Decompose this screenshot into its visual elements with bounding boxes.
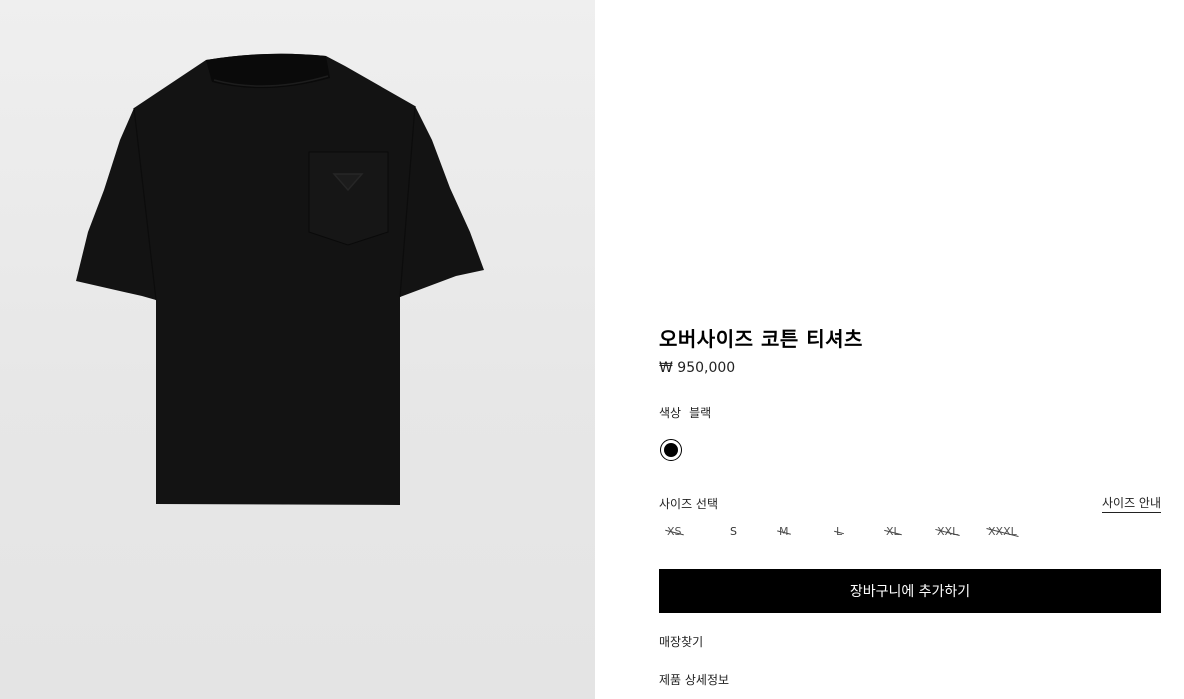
size-option-xl[interactable]: XL	[886, 521, 900, 543]
find-store-link[interactable]: 매장찾기	[659, 633, 703, 650]
tshirt-pocket	[308, 151, 389, 246]
size-option-xxxl[interactable]: XXXL	[988, 521, 1017, 543]
size-option-s[interactable]: S	[730, 521, 737, 543]
product-details-link[interactable]: 제품 상세정보	[659, 671, 729, 688]
add-to-cart-button[interactable]: 장바구니에 추가하기	[659, 569, 1161, 613]
color-swatch-black[interactable]	[660, 439, 682, 461]
size-option-xs[interactable]: XS	[667, 521, 682, 543]
product-image	[76, 53, 484, 505]
size-options: XS S M L XL XXL XXXL	[659, 521, 1059, 543]
product-title: 오버사이즈 코튼 티셔츠	[659, 327, 863, 351]
size-option-m[interactable]: M	[779, 521, 789, 543]
tshirt-body	[76, 53, 484, 505]
color-value: 블랙	[689, 406, 712, 420]
size-option-l[interactable]: L	[836, 521, 842, 543]
color-row: 색상 블랙	[659, 404, 711, 421]
product-price: ₩ 950,000	[659, 360, 736, 376]
size-option-xxl[interactable]: XXL	[937, 521, 958, 543]
product-info-panel: 오버사이즈 코튼 티셔츠 ₩ 950,000 색상 블랙 사이즈 선택 사이즈 안…	[659, 0, 1161, 699]
size-select-label: 사이즈 선택	[659, 497, 719, 511]
color-label: 색상	[659, 406, 682, 420]
color-swatch-dot	[664, 443, 678, 457]
size-guide-link[interactable]: 사이즈 안내	[1101, 494, 1161, 513]
product-image-panel	[0, 0, 595, 699]
